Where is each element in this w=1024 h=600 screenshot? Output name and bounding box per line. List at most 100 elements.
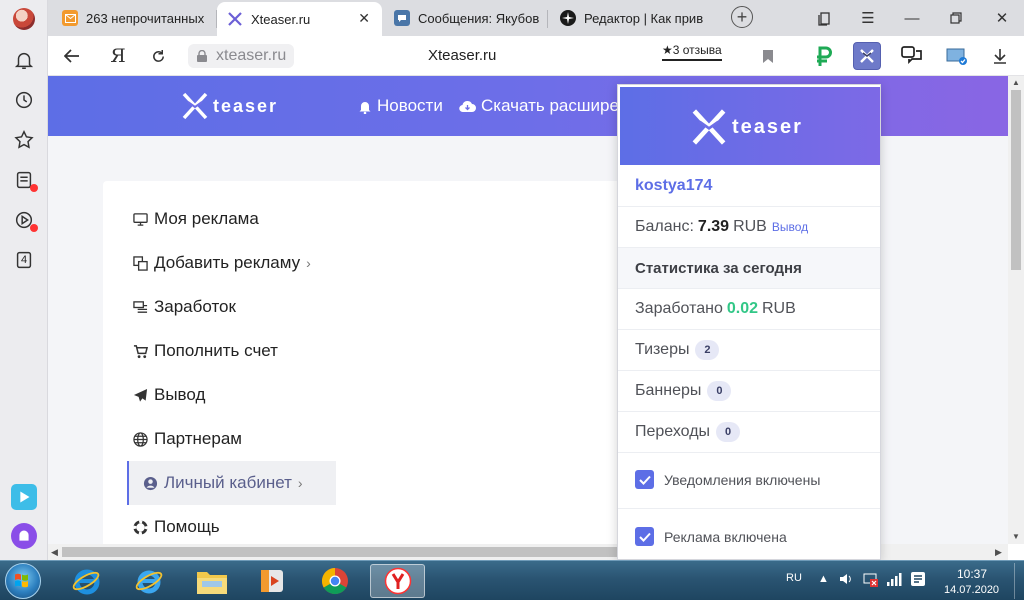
cloud-download-icon: [459, 100, 476, 112]
signal-bars-icon[interactable]: [886, 571, 902, 590]
profile-avatar[interactable]: [13, 8, 35, 30]
menu-top-up[interactable]: Пополнить счет: [133, 329, 278, 373]
chrome-app[interactable]: [309, 564, 361, 598]
bookmark-icon[interactable]: [756, 44, 780, 68]
history-icon[interactable]: [12, 88, 36, 112]
new-tab-button[interactable]: +: [731, 6, 753, 28]
xteaser-icon: [227, 11, 243, 27]
show-hidden-icons[interactable]: ▲: [818, 573, 829, 585]
volume-icon[interactable]: [838, 571, 854, 590]
scrollbar-thumb[interactable]: [1011, 90, 1021, 270]
scroll-down-icon[interactable]: ▼: [1012, 532, 1020, 541]
tab-editor[interactable]: Редактор | Как прив: [550, 4, 710, 32]
popup-username[interactable]: kostya174: [618, 165, 880, 206]
teasers-count-badge: 2: [695, 340, 720, 360]
window-close-icon[interactable]: ✕: [992, 8, 1012, 28]
back-arrow-icon[interactable]: [60, 44, 84, 68]
balance-value: 7.39: [697, 218, 730, 235]
banners-label: Баннеры: [635, 382, 702, 399]
notifications-toggle[interactable]: Уведомления включены: [635, 470, 820, 489]
scrollbar-thumb[interactable]: [62, 547, 617, 557]
withdraw-link[interactable]: Вывод: [772, 220, 808, 234]
menu-label: Заработок: [154, 297, 236, 316]
menu-personal-account[interactable]: Личный кабинет ›: [127, 461, 336, 505]
scroll-right-icon[interactable]: ▶: [995, 547, 1002, 558]
menu-my-ads[interactable]: Моя реклама: [133, 197, 259, 241]
ie-app[interactable]: [123, 564, 175, 598]
menu-label: Добавить рекламу: [154, 253, 301, 272]
download-icon[interactable]: [988, 44, 1012, 68]
menu-help[interactable]: Помощь: [133, 505, 220, 544]
menu-label: Личный кабинет: [164, 473, 292, 492]
menu-add-ad[interactable]: Добавить рекламу ›: [133, 241, 311, 285]
network-status-icon[interactable]: [862, 571, 880, 590]
bell-icon: [359, 101, 371, 114]
counter-badge[interactable]: 4: [12, 248, 36, 272]
news-icon[interactable]: [12, 168, 38, 192]
domain-chip[interactable]: xteaser.ru: [188, 44, 295, 68]
reload-icon[interactable]: [146, 44, 170, 68]
paper-plane-icon: [133, 388, 148, 402]
translate-extension-icon[interactable]: [898, 42, 926, 70]
address-toolbar: Я xteaser.ru Xteaser.ru ★3 отзыва: [48, 36, 1024, 76]
video-play-icon[interactable]: [12, 208, 38, 232]
clock-time[interactable]: 10:37: [957, 567, 987, 581]
counter-badge-text: 4: [20, 254, 28, 266]
explorer-app[interactable]: [186, 564, 238, 598]
minimize-icon[interactable]: —: [902, 8, 922, 28]
mail-icon: [62, 10, 78, 26]
site-logo[interactable]: teaser: [181, 91, 278, 121]
close-icon[interactable]: ✕: [358, 10, 370, 27]
tab-label: Сообщения: Якубов: [418, 10, 540, 26]
ruble-extension-icon[interactable]: [810, 42, 838, 70]
star-icon: [560, 10, 576, 26]
restore-icon[interactable]: [946, 8, 966, 28]
domain-text: xteaser.ru: [216, 47, 287, 64]
start-button[interactable]: [5, 563, 41, 599]
tab-mail[interactable]: 263 непрочитанных: [52, 4, 212, 32]
check-icon: [638, 475, 651, 485]
yandex-browser-app[interactable]: [370, 564, 425, 598]
bookmarks-star-icon[interactable]: [12, 128, 36, 152]
nav-download-extension[interactable]: Скачать расшире: [459, 96, 619, 116]
popup-logo: teaser: [690, 107, 803, 147]
balance-label: Баланс:: [635, 218, 694, 235]
tab-messages[interactable]: Сообщения: Якубов: [384, 4, 544, 32]
copy-icon: [133, 255, 148, 271]
media-player-app[interactable]: [246, 564, 298, 598]
scroll-up-icon[interactable]: ▲: [1012, 78, 1020, 87]
nav-news[interactable]: Новости: [358, 96, 443, 116]
vertical-scrollbar[interactable]: ▲ ▼: [1008, 76, 1024, 544]
ads-checkbox[interactable]: [635, 527, 654, 546]
notifications-checkbox[interactable]: [635, 470, 654, 489]
bookmark-tabs-icon[interactable]: [814, 8, 834, 28]
cart-icon: [133, 344, 148, 358]
menu-withdraw[interactable]: Вывод: [133, 373, 205, 417]
reviews-link[interactable]: ★3 отзыва: [662, 43, 722, 61]
notification-dot: [30, 184, 38, 192]
yandex-logo-icon[interactable]: Я: [106, 44, 130, 68]
ie-metro-app[interactable]: [60, 564, 112, 598]
language-indicator[interactable]: RU: [786, 572, 802, 584]
menu-earnings[interactable]: Заработок: [133, 285, 236, 329]
menu-partners[interactable]: Партнерам: [133, 417, 242, 461]
user-circle-icon: [143, 476, 158, 490]
screenshot-extension-icon[interactable]: [943, 42, 971, 70]
menu-label: Партнерам: [154, 429, 242, 448]
menu-icon[interactable]: ☰: [858, 8, 878, 28]
clock-date[interactable]: 14.07.2020: [944, 584, 999, 596]
alice-assistant-icon[interactable]: [11, 523, 37, 549]
xteaser-icon: [860, 49, 874, 63]
chevron-right-icon: ›: [306, 255, 311, 271]
popup-earned-row: Заработано 0.02 RUB: [618, 288, 880, 329]
scroll-left-icon[interactable]: ◀: [51, 547, 58, 558]
messenger-play-icon[interactable]: [11, 484, 37, 510]
tab-separator: [547, 10, 548, 28]
xteaser-extension-button[interactable]: [853, 42, 881, 70]
address-page-title[interactable]: Xteaser.ru: [428, 47, 496, 64]
app-tray-icon[interactable]: [910, 571, 926, 590]
ads-toggle[interactable]: Реклама включена: [635, 527, 787, 546]
tab-xteaser[interactable]: Xteaser.ru ✕: [217, 2, 382, 36]
bell-icon[interactable]: [12, 48, 36, 72]
show-desktop-button[interactable]: [1014, 563, 1022, 599]
